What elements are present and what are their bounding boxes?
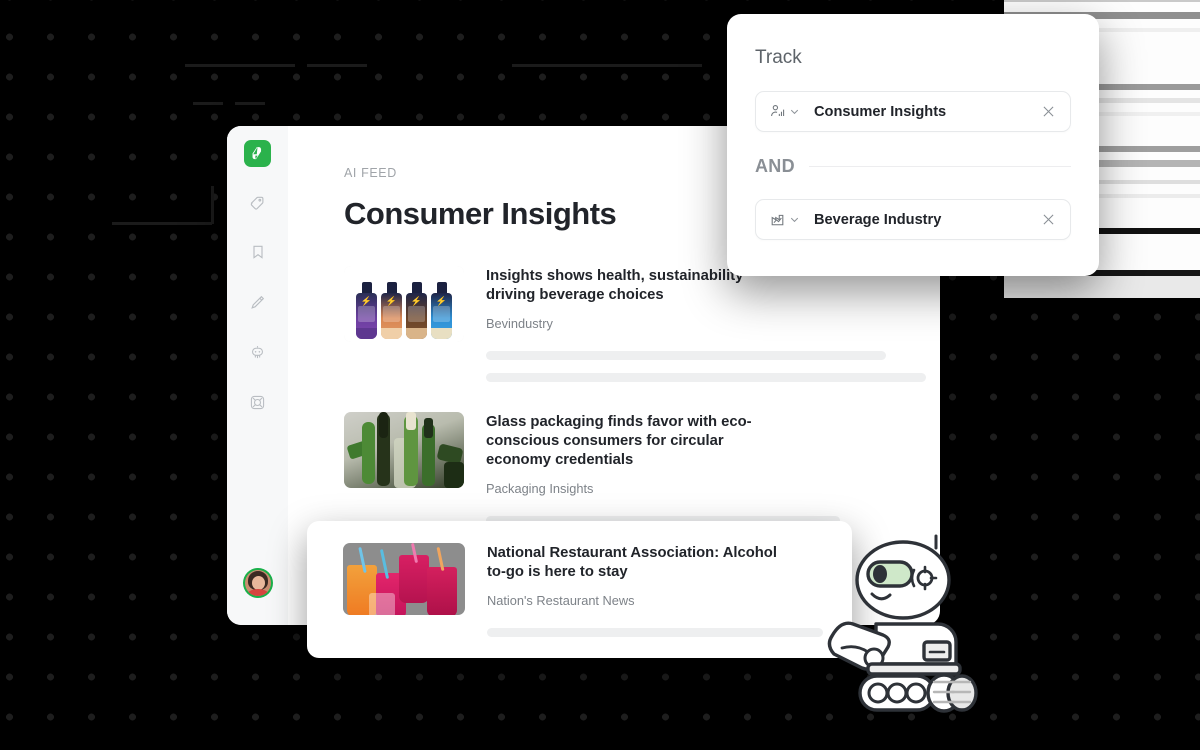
article-list: ⚡ ⚡ ⚡ ⚡ Insights shows health, sustainab… bbox=[344, 266, 940, 526]
chevron-down-icon[interactable] bbox=[788, 213, 801, 226]
audience-chart-icon bbox=[769, 103, 786, 120]
bookmark-icon bbox=[250, 244, 266, 260]
chevron-down-icon[interactable] bbox=[788, 105, 801, 118]
operator-row: AND bbox=[755, 156, 1071, 177]
divider bbox=[808, 166, 1071, 167]
chip-label: Beverage Industry bbox=[814, 211, 942, 228]
bottle: ⚡ bbox=[381, 282, 402, 339]
close-icon[interactable] bbox=[1040, 103, 1057, 120]
article-thumbnail bbox=[343, 543, 465, 615]
avatar-body bbox=[247, 589, 269, 596]
background-accent-line bbox=[512, 64, 702, 67]
chip-label: Consumer Insights bbox=[814, 103, 947, 120]
screenshot-root: AI FEED Consumer Insights ⚡ ⚡ ⚡ ⚡ Insigh… bbox=[0, 0, 1200, 750]
bottle: ⚡ bbox=[356, 282, 377, 339]
skeleton-bar bbox=[486, 373, 927, 383]
background-accent-line bbox=[193, 102, 223, 105]
article-source: Nation's Restaurant News bbox=[487, 593, 635, 609]
avatar-face bbox=[252, 576, 265, 590]
floating-article-card[interactable]: National Restaurant Association: Alcohol… bbox=[307, 521, 852, 658]
background-accent-line bbox=[235, 102, 265, 105]
sidebar-item-read-later[interactable] bbox=[243, 237, 273, 267]
track-panel: Track Consumer Insights AND Beverage Ind… bbox=[727, 14, 1099, 276]
list-item[interactable]: ⚡ ⚡ ⚡ ⚡ Insights shows health, sustainab… bbox=[344, 266, 940, 383]
article-body: Insights shows health, sustainability dr… bbox=[486, 266, 940, 383]
avatar[interactable] bbox=[243, 568, 273, 598]
lifebuoy-icon bbox=[249, 394, 266, 411]
background-accent-line bbox=[185, 64, 295, 67]
article-body: Glass packaging finds favor with eco-con… bbox=[486, 412, 940, 526]
track-chip-beverage-industry[interactable]: Beverage Industry bbox=[755, 199, 1071, 240]
cold-brew-bottles-image: ⚡ ⚡ ⚡ ⚡ bbox=[344, 266, 464, 342]
feedly-logo[interactable] bbox=[244, 140, 271, 167]
app-sidebar bbox=[227, 126, 288, 625]
avatar-image bbox=[245, 570, 271, 596]
article-source: Packaging Insights bbox=[486, 481, 594, 497]
bottle: ⚡ bbox=[406, 282, 427, 339]
green-glass-bottles-image bbox=[344, 412, 464, 489]
skeleton-bar bbox=[486, 351, 886, 361]
background-accent-line bbox=[112, 222, 212, 225]
leo-robot-mascot bbox=[818, 532, 986, 718]
sidebar-item-leo-ai[interactable] bbox=[243, 337, 273, 367]
feed-eyebrow: AI FEED bbox=[344, 166, 397, 180]
article-title[interactable]: National Restaurant Association: Alcohol… bbox=[487, 544, 787, 581]
track-panel-title: Track bbox=[755, 47, 802, 68]
article-title[interactable]: Glass packaging finds favor with eco-con… bbox=[486, 413, 776, 469]
skeleton-bar bbox=[487, 628, 823, 638]
close-icon[interactable] bbox=[1040, 211, 1057, 228]
bottle: ⚡ bbox=[431, 282, 452, 339]
background-accent-line bbox=[307, 64, 367, 67]
sidebar-item-support[interactable] bbox=[243, 387, 273, 417]
sidebar-item-tags[interactable] bbox=[243, 187, 273, 217]
background-accent-line bbox=[211, 186, 214, 224]
industry-chart-icon bbox=[769, 211, 786, 228]
colorful-drink-cups-image bbox=[343, 543, 465, 615]
operator-label: AND bbox=[755, 156, 795, 176]
tag-icon bbox=[249, 194, 266, 211]
list-item[interactable]: Glass packaging finds favor with eco-con… bbox=[344, 412, 940, 526]
article-thumbnail bbox=[344, 412, 464, 489]
track-chip-consumer-insights[interactable]: Consumer Insights bbox=[755, 91, 1071, 132]
article-body: National Restaurant Association: Alcohol… bbox=[487, 543, 852, 658]
robot-icon bbox=[249, 344, 266, 361]
page-title: Consumer Insights bbox=[344, 196, 617, 231]
sidebar-item-notes[interactable] bbox=[243, 287, 273, 317]
article-thumbnail: ⚡ ⚡ ⚡ ⚡ bbox=[344, 266, 464, 342]
background-ghost-panel-strip bbox=[1004, 276, 1200, 298]
ghost-stripe bbox=[1004, 0, 1200, 2]
pen-icon bbox=[249, 294, 266, 311]
article-source: Bevindustry bbox=[486, 316, 553, 332]
